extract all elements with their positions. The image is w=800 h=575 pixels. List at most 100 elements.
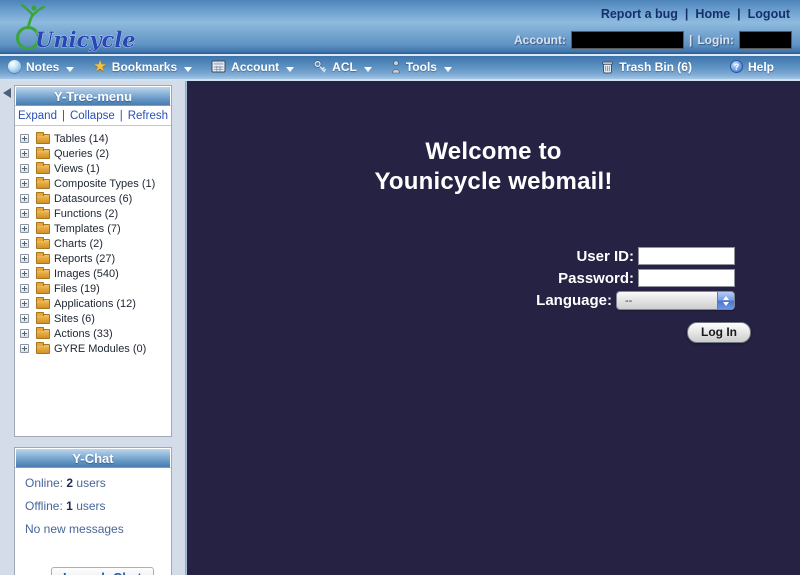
separator: | bbox=[689, 33, 692, 47]
tree-item[interactable]: Actions (33) bbox=[20, 326, 171, 341]
expand-plus-icon[interactable] bbox=[20, 314, 29, 323]
toolbar-right: Trash Bin (6) ? Help bbox=[601, 60, 800, 74]
help-button[interactable]: ? Help bbox=[730, 60, 774, 74]
tree-item[interactable]: Images (540) bbox=[20, 266, 171, 281]
menu-acl[interactable]: ACL bbox=[313, 60, 372, 74]
tree-panel: Y-Tree-menu Expand | Collapse | Refresh … bbox=[14, 85, 172, 437]
trash-bin-button[interactable]: Trash Bin (6) bbox=[601, 60, 692, 74]
younicycle-logo[interactable]: Unicycle bbox=[8, 2, 138, 57]
tree-item-label: GYRE Modules (0) bbox=[54, 343, 146, 355]
tree-item-label: Tables (14) bbox=[54, 133, 108, 145]
user-id-input[interactable] bbox=[638, 247, 735, 265]
expand-plus-icon[interactable] bbox=[20, 164, 29, 173]
expand-plus-icon[interactable] bbox=[20, 149, 29, 158]
toolbar: Notes ★ Bookmarks Account bbox=[0, 54, 800, 81]
menu-tools[interactable]: Tools bbox=[391, 60, 452, 74]
expand-plus-icon[interactable] bbox=[20, 329, 29, 338]
expand-plus-icon[interactable] bbox=[20, 224, 29, 233]
chevron-down-icon bbox=[184, 67, 192, 72]
account-row: Account: | Login: bbox=[514, 31, 792, 49]
offline-count: 1 bbox=[66, 499, 73, 513]
expand-plus-icon[interactable] bbox=[20, 254, 29, 263]
select-stepper-icon bbox=[717, 292, 734, 309]
menu-notes-label: Notes bbox=[26, 60, 59, 74]
tree-item[interactable]: Sites (6) bbox=[20, 311, 171, 326]
expand-plus-icon[interactable] bbox=[20, 134, 29, 143]
login-form: User ID: Password: Language: -- bbox=[473, 247, 735, 343]
sidebar: Y-Tree-menu Expand | Collapse | Refresh … bbox=[0, 81, 186, 575]
menu-bookmarks-label: Bookmarks bbox=[112, 60, 177, 74]
tree-item-label: Files (19) bbox=[54, 283, 100, 295]
chat-messages-status: No new messages bbox=[25, 522, 171, 536]
tree-item[interactable]: GYRE Modules (0) bbox=[20, 341, 171, 356]
language-select[interactable]: -- bbox=[616, 291, 735, 310]
menu-notes[interactable]: Notes bbox=[8, 60, 74, 74]
help-icon: ? bbox=[730, 60, 743, 73]
younicycle-logo-image: Unicycle bbox=[8, 2, 138, 52]
tree-item[interactable]: Functions (2) bbox=[20, 206, 171, 221]
expand-plus-icon[interactable] bbox=[20, 344, 29, 353]
sidebar-collapse-arrow[interactable] bbox=[3, 88, 11, 98]
refresh-link[interactable]: Refresh bbox=[128, 110, 168, 122]
menu-tools-label: Tools bbox=[406, 60, 437, 74]
expand-link[interactable]: Expand bbox=[18, 110, 57, 122]
language-row: Language: -- bbox=[473, 291, 735, 310]
content-area: Y-Tree-menu Expand | Collapse | Refresh … bbox=[0, 81, 800, 575]
expand-plus-icon[interactable] bbox=[20, 209, 29, 218]
expand-plus-icon[interactable] bbox=[20, 194, 29, 203]
password-input[interactable] bbox=[638, 269, 735, 287]
report-a-bug-link[interactable]: Report a bug bbox=[601, 7, 678, 21]
offline-label: Offline: bbox=[25, 499, 63, 513]
menu-account-label: Account bbox=[231, 60, 279, 74]
tree-item[interactable]: Views (1) bbox=[20, 161, 171, 176]
folder-icon bbox=[36, 239, 50, 249]
tree-item[interactable]: Reports (27) bbox=[20, 251, 171, 266]
expand-plus-icon[interactable] bbox=[20, 179, 29, 188]
top-links: Report a bug | Home | Logout bbox=[601, 7, 790, 21]
tree-item[interactable]: Composite Types (1) bbox=[20, 176, 171, 191]
folder-icon bbox=[36, 269, 50, 279]
user-id-row: User ID: bbox=[473, 247, 735, 265]
chevron-down-icon bbox=[364, 67, 372, 72]
folder-icon bbox=[36, 194, 50, 204]
offline-suffix: users bbox=[76, 499, 105, 513]
tree-item[interactable]: Charts (2) bbox=[20, 236, 171, 251]
tree-item[interactable]: Tables (14) bbox=[20, 131, 171, 146]
account-value-redacted bbox=[571, 31, 684, 49]
tree-item-label: Applications (12) bbox=[54, 298, 136, 310]
launch-chat-button[interactable]: Launch Chat bbox=[51, 567, 154, 575]
expand-plus-icon[interactable] bbox=[20, 239, 29, 248]
tree-item[interactable]: Applications (12) bbox=[20, 296, 171, 311]
language-select-value: -- bbox=[617, 295, 717, 307]
tree-item-label: Templates (7) bbox=[54, 223, 121, 235]
logout-link[interactable]: Logout bbox=[748, 7, 790, 21]
tree-item[interactable]: Queries (2) bbox=[20, 146, 171, 161]
expand-plus-icon[interactable] bbox=[20, 299, 29, 308]
tree-item[interactable]: Files (19) bbox=[20, 281, 171, 296]
expand-plus-icon[interactable] bbox=[20, 284, 29, 293]
help-label: Help bbox=[748, 60, 774, 74]
tree-item-label: Images (540) bbox=[54, 268, 119, 280]
expand-plus-icon[interactable] bbox=[20, 269, 29, 278]
tree-item-label: Functions (2) bbox=[54, 208, 118, 220]
menu-account[interactable]: Account bbox=[211, 60, 294, 74]
log-in-button[interactable]: Log In bbox=[687, 322, 751, 343]
chat-panel-title: Y-Chat bbox=[15, 448, 171, 468]
tree-item[interactable]: Datasources (6) bbox=[20, 191, 171, 206]
collapse-link[interactable]: Collapse bbox=[70, 110, 115, 122]
notes-icon bbox=[8, 60, 21, 73]
chevron-down-icon bbox=[286, 67, 294, 72]
menu-bookmarks[interactable]: ★ Bookmarks bbox=[93, 60, 192, 74]
folder-icon bbox=[36, 164, 50, 174]
folder-icon bbox=[36, 329, 50, 339]
tree-item-label: Reports (27) bbox=[54, 253, 115, 265]
folder-icon bbox=[36, 209, 50, 219]
separator: | bbox=[685, 7, 689, 21]
chevron-down-icon bbox=[66, 67, 74, 72]
home-link[interactable]: Home bbox=[695, 7, 730, 21]
tree-item[interactable]: Templates (7) bbox=[20, 221, 171, 236]
separator: | bbox=[62, 110, 65, 122]
account-grid-icon bbox=[211, 60, 226, 73]
account-label: Account: bbox=[514, 33, 566, 47]
trash-bin-label: Trash Bin (6) bbox=[619, 60, 692, 74]
